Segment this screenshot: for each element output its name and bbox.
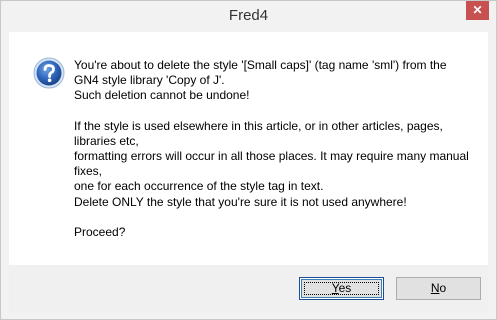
focus-rectangle	[304, 282, 379, 295]
button-bar: Yes No	[9, 265, 488, 313]
yes-button[interactable]: Yes	[299, 277, 384, 300]
question-icon	[33, 57, 65, 89]
dialog-message: You're about to delete the style '[Small…	[74, 58, 474, 240]
message-paragraph-1: You're about to delete the style '[Small…	[74, 58, 447, 103]
message-paragraph-2: If the style is used elsewhere in this a…	[74, 118, 469, 209]
title-bar[interactable]: Fred4 ✕	[1, 1, 496, 32]
message-paragraph-3: Proceed?	[74, 224, 126, 239]
close-icon: ✕	[472, 3, 483, 17]
dialog-content: You're about to delete the style '[Small…	[9, 32, 488, 265]
window-title: Fred4	[228, 7, 269, 24]
no-label-rest: o	[439, 281, 447, 295]
dialog-window: Fred4 ✕ You're about to delete the style…	[0, 0, 497, 320]
close-button[interactable]: ✕	[466, 1, 489, 20]
no-button[interactable]: No	[396, 277, 481, 300]
